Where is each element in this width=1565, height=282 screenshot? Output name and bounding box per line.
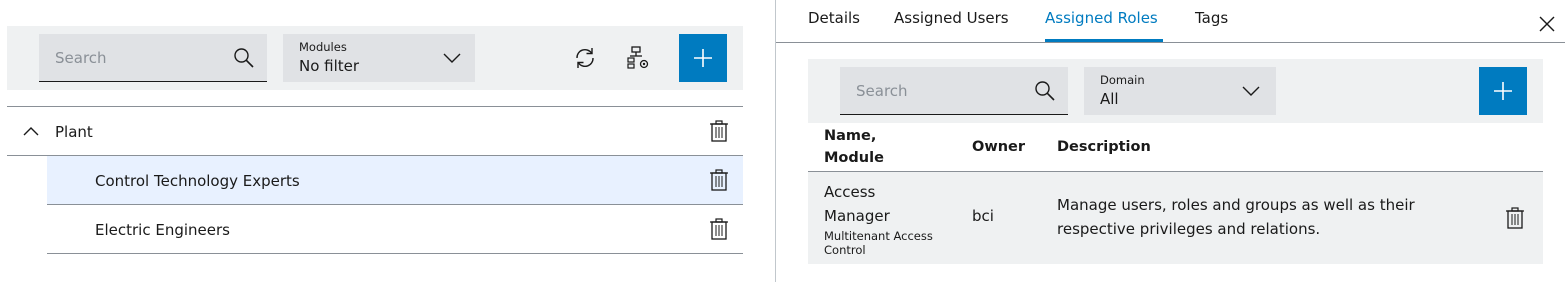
role-owner: bci — [972, 207, 994, 225]
column-header-name-module[interactable]: Name, Module — [824, 125, 944, 169]
tree-row-label: Electric Engineers — [95, 221, 230, 239]
close-icon[interactable] — [1539, 16, 1555, 32]
chevron-up-icon[interactable] — [23, 126, 39, 136]
column-header-module: Module — [824, 150, 884, 166]
role-module: Multitenant Access Control — [824, 229, 933, 257]
plus-icon — [1494, 82, 1512, 100]
modules-filter-dropdown[interactable]: Modules No filter — [283, 34, 475, 82]
tab-assigned-roles[interactable]: Assigned Roles — [1045, 9, 1158, 27]
tab-assigned-users[interactable]: Assigned Users — [894, 9, 1009, 27]
column-header-description[interactable]: Description — [1057, 136, 1151, 158]
search-input[interactable]: Search — [39, 34, 267, 82]
hierarchy-settings-icon[interactable] — [626, 45, 652, 71]
role-name: Access Manager — [824, 180, 954, 228]
tab-tags[interactable]: Tags — [1195, 9, 1228, 27]
role-name-line: Manager — [824, 207, 890, 225]
add-group-button[interactable] — [679, 34, 727, 82]
tree-row-label: Plant — [55, 123, 93, 141]
trash-icon[interactable] — [1505, 207, 1525, 229]
search-icon[interactable] — [233, 47, 255, 69]
tree-row-control-technology-experts[interactable]: Control Technology Experts — [47, 156, 743, 205]
column-header-owner[interactable]: Owner — [972, 136, 1025, 158]
trash-icon[interactable] — [709, 169, 729, 191]
chevron-down-icon — [1242, 86, 1260, 96]
roles-toolbar: Search Domain All — [808, 59, 1543, 123]
role-description-line: respective privileges and relations. — [1057, 220, 1321, 238]
refresh-icon[interactable] — [572, 45, 598, 71]
modules-filter-value: No filter — [299, 57, 360, 75]
modules-filter-label: Modules — [299, 40, 347, 54]
detail-tabs: Details Assigned Users Assigned Roles Ta… — [776, 0, 1565, 43]
tab-details[interactable]: Details — [808, 9, 860, 27]
trash-icon[interactable] — [709, 218, 729, 240]
search-icon[interactable] — [1034, 80, 1056, 102]
trash-icon[interactable] — [709, 120, 729, 142]
role-description-line: Manage users, roles and groups as well a… — [1057, 196, 1415, 214]
add-role-button[interactable] — [1479, 67, 1527, 115]
domain-filter-dropdown[interactable]: Domain All — [1084, 67, 1276, 115]
domain-filter-value: All — [1100, 90, 1119, 108]
column-header-name: Name, — [824, 128, 877, 144]
roles-table-header: Name, Module Owner Description — [808, 123, 1543, 172]
tree-row-electric-engineers[interactable]: Electric Engineers — [47, 205, 743, 254]
search-placeholder: Search — [856, 82, 908, 100]
domain-filter-label: Domain — [1100, 73, 1145, 87]
role-name-line: Access — [824, 183, 876, 201]
search-placeholder: Search — [55, 49, 107, 67]
active-tab-indicator — [1045, 39, 1163, 42]
plus-icon — [694, 49, 712, 67]
table-row[interactable]: Access Manager Multitenant Access Contro… — [808, 172, 1543, 264]
tree-row-label: Control Technology Experts — [95, 172, 300, 190]
chevron-down-icon — [443, 53, 461, 63]
tree-row-plant[interactable]: Plant — [7, 107, 743, 156]
role-description: Manage users, roles and groups as well a… — [1057, 193, 1457, 241]
roles-search-input[interactable]: Search — [840, 67, 1068, 115]
left-toolbar: Search Modules No filter — [7, 26, 743, 90]
